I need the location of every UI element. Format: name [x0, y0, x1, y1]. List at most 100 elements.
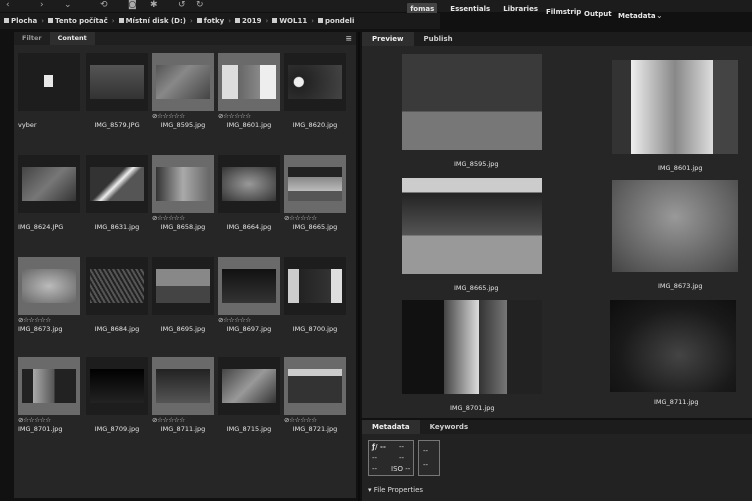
star-rating[interactable]: ⊘☆☆☆☆☆	[284, 416, 317, 424]
star-rating[interactable]: ⊘☆☆☆☆☆	[18, 316, 51, 324]
preview-image[interactable]	[612, 60, 738, 154]
image-thumbnail[interactable]: IMG_8684.jpg	[84, 253, 150, 345]
workspace-chevron-icon[interactable]: ⌄	[656, 11, 663, 20]
thumbnail-image	[90, 65, 144, 99]
breadcrumb-label: Místní disk (D:)	[125, 17, 186, 25]
dimensions-box: -- --	[418, 440, 440, 476]
thumbnail-frame	[86, 257, 148, 315]
file-properties-toggle[interactable]: ▾ File Properties	[368, 486, 423, 494]
chevron-down-icon[interactable]: ⌄	[64, 0, 72, 10]
image-thumbnail[interactable]: IMG_8700.jpg	[282, 253, 348, 345]
panel-menu-icon[interactable]: ≡	[337, 32, 356, 45]
image-thumbnail[interactable]: ⊘☆☆☆☆☆ IMG_8673.jpg	[16, 253, 82, 345]
breadcrumb-item[interactable]: 2019	[235, 17, 262, 25]
content-panel: Filter Content ≡ vyber IMG_8579.JPG ⊘☆☆☆☆☆…	[14, 32, 356, 498]
preview-image[interactable]	[402, 178, 542, 274]
image-thumbnail[interactable]: IMG_8579.JPG	[84, 49, 150, 141]
tab-filter[interactable]: Filter	[14, 32, 50, 45]
breadcrumb-label: Tento počítač	[55, 17, 108, 25]
breadcrumb-item[interactable]: Tento počítač	[48, 17, 108, 25]
preview-panel: Preview Publish IMG_8595.jpg IMG_8601.jpg…	[362, 32, 752, 418]
breadcrumb-separator[interactable]: ›	[228, 17, 231, 25]
image-thumbnail[interactable]: IMG_8631.jpg	[84, 151, 150, 243]
star-rating[interactable]: ⊘☆☆☆☆☆	[18, 416, 51, 424]
tab-keywords[interactable]: Keywords	[420, 420, 479, 434]
breadcrumb-item[interactable]: Místní disk (D:)	[118, 17, 186, 25]
thumbnail-frame	[218, 155, 280, 213]
preview-image[interactable]	[610, 300, 736, 392]
breadcrumb-separator[interactable]: ›	[112, 17, 115, 25]
thumbnail-filename: IMG_8684.jpg	[94, 325, 140, 333]
breadcrumb-item[interactable]: Plocha	[4, 17, 37, 25]
tab-preview[interactable]: Preview	[362, 32, 414, 46]
image-thumbnail[interactable]: ⊘☆☆☆☆☆ IMG_8711.jpg	[150, 353, 216, 445]
image-thumbnail[interactable]: ⊘☆☆☆☆☆ IMG_8658.jpg	[150, 151, 216, 243]
workspace-filmstrip[interactable]: Filmstrip	[546, 8, 581, 16]
tab-metadata[interactable]: Metadata	[362, 420, 420, 434]
rotate-right-icon[interactable]: ↻	[196, 0, 204, 10]
thumbnail-image	[288, 269, 342, 303]
image-thumbnail[interactable]: IMG_8620.jpg	[282, 49, 348, 141]
thumbnail-filename: IMG_8595.jpg	[160, 121, 206, 129]
folder-icon	[196, 18, 202, 23]
breadcrumb-item[interactable]: fotky	[196, 17, 224, 25]
tab-content[interactable]: Content	[49, 32, 95, 45]
workspace-output[interactable]: Output	[584, 10, 612, 18]
workspace-metadata[interactable]: Metadata	[618, 12, 656, 20]
star-rating[interactable]: ⊘☆☆☆☆☆	[152, 416, 185, 424]
refine-icon[interactable]: ✱	[150, 0, 158, 10]
app-top-bar: ‹ › ⌄ ⟲ ◙ ✱ ↺ ↻	[0, 0, 752, 12]
image-thumbnail[interactable]: ⊘☆☆☆☆☆ IMG_8665.jpg	[282, 151, 348, 243]
breadcrumb-separator[interactable]: ›	[311, 17, 314, 25]
breadcrumb-separator[interactable]: ›	[266, 17, 269, 25]
back-icon[interactable]: ‹	[6, 0, 10, 10]
preview-image[interactable]	[402, 300, 542, 394]
panel-divider[interactable]	[358, 32, 360, 501]
forward-icon[interactable]: ›	[40, 0, 44, 10]
preview-photo	[610, 300, 736, 392]
image-thumbnail[interactable]: IMG_8709.jpg	[84, 353, 150, 445]
thumbnail-image	[90, 167, 144, 201]
preview-image[interactable]	[612, 180, 738, 272]
image-thumbnail[interactable]: IMG_8695.jpg	[150, 253, 216, 345]
image-thumbnail[interactable]: IMG_8715.jpg	[216, 353, 282, 445]
breadcrumb-label: WOL11	[279, 17, 308, 25]
workspace-essentials[interactable]: Essentials	[450, 5, 490, 13]
folder-thumbnail[interactable]: vyber	[16, 49, 82, 141]
thumbnail-frame	[152, 257, 214, 315]
camera-icon[interactable]: ◙	[128, 0, 137, 10]
thumbnail-frame	[284, 257, 346, 315]
star-rating[interactable]: ⊘☆☆☆☆☆	[218, 112, 251, 120]
rotate-left-icon[interactable]: ↺	[178, 0, 186, 10]
image-thumbnail[interactable]: ⊘☆☆☆☆☆ IMG_8595.jpg	[150, 49, 216, 141]
star-rating[interactable]: ⊘☆☆☆☆☆	[218, 316, 251, 324]
breadcrumb-separator[interactable]: ›	[190, 17, 193, 25]
image-thumbnail[interactable]: IMG_8624.JPG	[16, 151, 82, 243]
breadcrumb-item[interactable]: pondeli	[318, 17, 354, 25]
breadcrumb-separator[interactable]: ›	[41, 17, 44, 25]
preview-caption: IMG_8595.jpg	[454, 160, 499, 168]
image-thumbnail[interactable]: ⊘☆☆☆☆☆ IMG_8601.jpg	[216, 49, 282, 141]
image-thumbnail[interactable]: IMG_8664.jpg	[216, 151, 282, 243]
thumbnail-image	[156, 369, 210, 403]
breadcrumb-label: Plocha	[11, 17, 38, 25]
image-thumbnail[interactable]: ⊘☆☆☆☆☆ IMG_8721.jpg	[282, 353, 348, 445]
preview-caption: IMG_8701.jpg	[450, 404, 495, 412]
star-rating[interactable]: ⊘☆☆☆☆☆	[284, 214, 317, 222]
star-rating[interactable]: ⊘☆☆☆☆☆	[152, 112, 185, 120]
thumbnail-filename: IMG_8711.jpg	[160, 425, 206, 433]
thumbnail-image	[222, 269, 276, 303]
thumbnail-filename: IMG_8601.jpg	[226, 121, 272, 129]
image-thumbnail[interactable]: ⊘☆☆☆☆☆ IMG_8701.jpg	[16, 353, 82, 445]
star-rating[interactable]: ⊘☆☆☆☆☆	[152, 214, 185, 222]
preview-photo	[402, 300, 542, 394]
boomerang-icon[interactable]: ⟲	[100, 0, 108, 10]
thumbnail-filename: IMG_8579.JPG	[94, 121, 140, 129]
workspace-libraries[interactable]: Libraries	[503, 5, 538, 13]
thumbnail-image	[90, 369, 144, 403]
thumbnail-filename: IMG_8631.jpg	[94, 223, 140, 231]
tab-publish[interactable]: Publish	[414, 32, 463, 46]
breadcrumb-item[interactable]: WOL11	[272, 17, 307, 25]
preview-image[interactable]	[402, 54, 542, 150]
image-thumbnail[interactable]: ⊘☆☆☆☆☆ IMG_8697.jpg	[216, 253, 282, 345]
